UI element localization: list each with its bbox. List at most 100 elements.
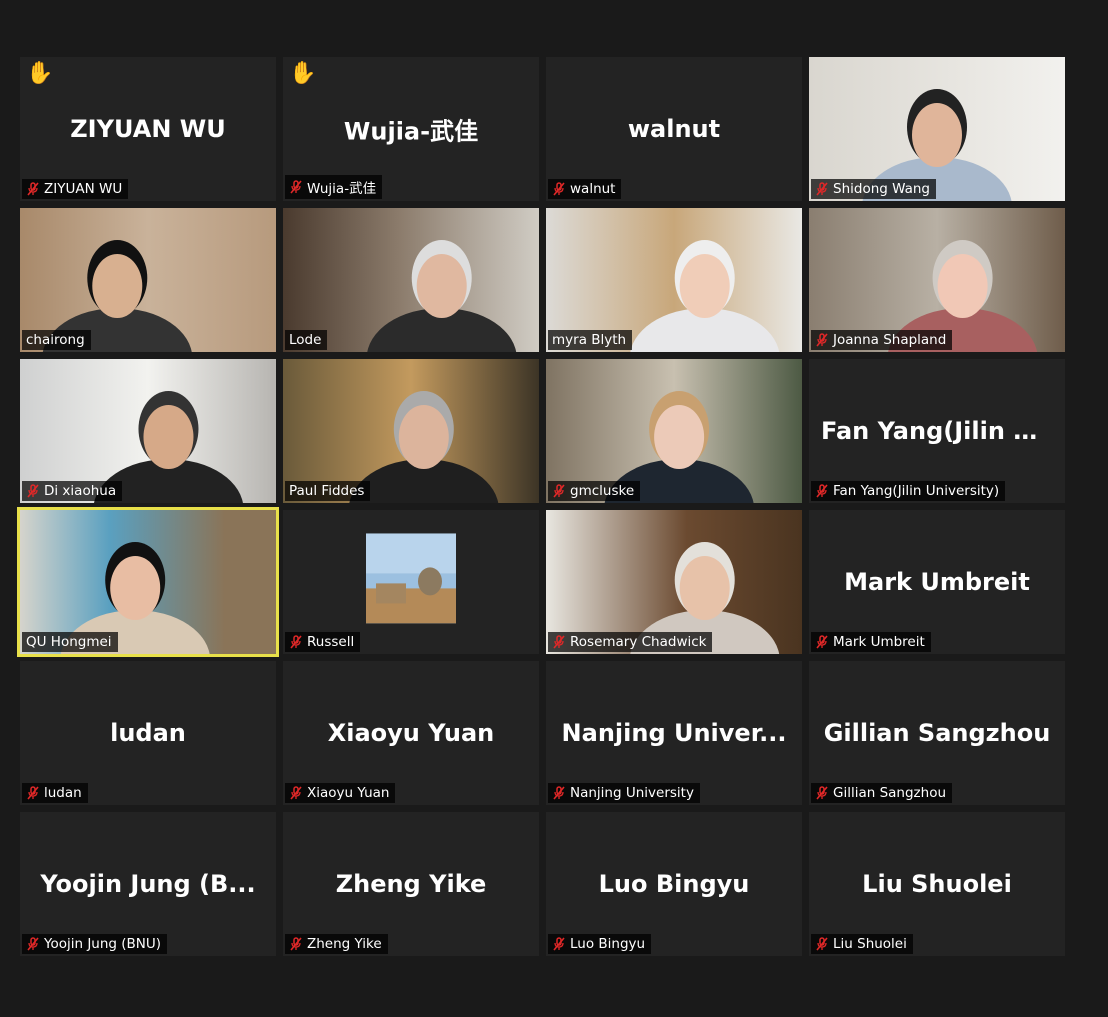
participant-name: Fan Yang(Jilin University) — [833, 483, 1000, 499]
mic-muted-icon — [816, 937, 828, 951]
participant-name: Nanjing University — [570, 785, 694, 801]
participant-tile[interactable]: Nanjing Univer... Nanjing University — [546, 661, 802, 805]
mic-muted-icon — [816, 484, 828, 498]
participant-name: Yoojin Jung (BNU) — [44, 936, 162, 952]
participant-name: Russell — [307, 634, 355, 650]
participant-tile[interactable]: walnut walnut — [546, 57, 802, 201]
participant-display-name: Mark Umbreit — [844, 568, 1030, 596]
participant-name-label: Xiaoyu Yuan — [285, 783, 396, 803]
mic-muted-icon — [553, 182, 565, 196]
participant-name-label: ludan — [22, 783, 88, 803]
participant-name: myra Blyth — [552, 332, 627, 348]
mic-muted-icon — [816, 333, 828, 347]
participant-name-label: Russell — [285, 632, 361, 652]
mic-muted-icon — [553, 484, 565, 498]
participant-name-label: Gillian Sangzhou — [811, 783, 953, 803]
mic-muted-icon — [27, 182, 39, 196]
mic-muted-icon — [553, 786, 565, 800]
participant-display-name: Wujia-武佳 — [343, 117, 479, 146]
participant-name-label: Wujia-武佳 — [285, 175, 383, 199]
participant-name: ludan — [44, 785, 82, 801]
participant-name: ZIYUAN WU — [44, 181, 123, 197]
participant-tile[interactable]: Wujia-武佳 ✋ Wujia-武佳 — [283, 57, 539, 201]
participant-tile[interactable]: gmcluske — [546, 359, 802, 503]
participant-name: Joanna Shapland — [833, 332, 947, 348]
participant-name: walnut — [570, 181, 616, 197]
participant-name: Di xiaohua — [44, 483, 117, 499]
participant-display-name: Xiaoyu Yuan — [327, 719, 495, 747]
participant-display-name: ludan — [110, 719, 186, 747]
participant-tile[interactable]: Shidong Wang — [809, 57, 1065, 201]
participant-display-name: Luo Bingyu — [598, 870, 750, 898]
participant-tile[interactable]: Paul Fiddes — [283, 359, 539, 503]
mic-muted-icon — [290, 937, 302, 951]
participant-tile[interactable]: Fan Yang(Jilin U... Fan Yang(Jilin Univer… — [809, 359, 1065, 503]
participant-name: gmcluske — [570, 483, 635, 499]
participant-display-name: ZIYUAN WU — [70, 115, 226, 143]
participant-tile[interactable]: ludan ludan — [20, 661, 276, 805]
participant-tile[interactable]: Xiaoyu Yuan Xiaoyu Yuan — [283, 661, 539, 805]
participant-name: Gillian Sangzhou — [833, 785, 947, 801]
participant-tile[interactable]: Liu Shuolei Liu Shuolei — [809, 812, 1065, 956]
participant-name-label: Paul Fiddes — [285, 481, 371, 501]
participant-name-label: myra Blyth — [548, 330, 633, 350]
participant-name-label: Luo Bingyu — [548, 934, 652, 954]
participant-display-name: Gillian Sangzhou — [823, 719, 1051, 747]
participant-name-label: chairong — [22, 330, 91, 350]
participant-name-label: gmcluske — [548, 481, 641, 501]
participant-display-name: Zheng Yike — [335, 870, 487, 898]
participant-tile[interactable]: Rosemary Chadwick — [546, 510, 802, 654]
participant-tile[interactable]: myra Blyth — [546, 208, 802, 352]
mic-muted-icon — [816, 786, 828, 800]
mic-muted-icon — [290, 786, 302, 800]
participant-name: Lode — [289, 332, 322, 348]
participant-tile[interactable]: Mark Umbreit Mark Umbreit — [809, 510, 1065, 654]
participant-tile[interactable]: chairong — [20, 208, 276, 352]
mic-muted-icon — [27, 937, 39, 951]
participant-tile[interactable]: Yoojin Jung (B... Yoojin Jung (BNU) — [20, 812, 276, 956]
participant-name-label: Nanjing University — [548, 783, 700, 803]
participant-grid: ZIYUAN WU ✋ ZIYUAN WU Wujia-武佳 ✋ Wujia-武佳 waln… — [17, 57, 1065, 956]
participant-tile[interactable]: Zheng Yike Zheng Yike — [283, 812, 539, 956]
participant-display-name: Nanjing Univer... — [561, 719, 787, 747]
participant-tile[interactable]: Joanna Shapland — [809, 208, 1065, 352]
participant-display-name: Liu Shuolei — [862, 870, 1012, 898]
raised-hand-icon: ✋ — [289, 61, 317, 86]
participant-name-label: Mark Umbreit — [811, 632, 931, 652]
participant-tile[interactable]: Lode — [283, 208, 539, 352]
mic-muted-icon — [553, 635, 565, 649]
participant-tile[interactable]: ZIYUAN WU ✋ ZIYUAN WU — [20, 57, 276, 201]
mic-muted-icon — [816, 182, 828, 196]
participant-name: Wujia-武佳 — [307, 181, 377, 197]
participant-display-name: Yoojin Jung (B... — [40, 870, 256, 898]
participant-name-label: Lode — [285, 330, 328, 350]
participant-name: Liu Shuolei — [833, 936, 907, 952]
participant-name: chairong — [26, 332, 85, 348]
participant-name-label: Rosemary Chadwick — [548, 632, 713, 652]
mic-muted-icon — [27, 484, 39, 498]
participant-name-label: Liu Shuolei — [811, 934, 913, 954]
participant-tile[interactable]: QU Hongmei — [17, 507, 279, 657]
participant-tile[interactable]: Gillian Sangzhou Gillian Sangzhou — [809, 661, 1065, 805]
mic-muted-icon — [27, 786, 39, 800]
raised-hand-icon: ✋ — [26, 61, 54, 86]
mic-muted-icon — [290, 635, 302, 649]
participant-name: Luo Bingyu — [570, 936, 646, 952]
mic-muted-icon — [290, 180, 302, 194]
participant-name-label: Joanna Shapland — [811, 330, 953, 350]
participant-display-name: walnut — [627, 115, 721, 143]
participant-name: Rosemary Chadwick — [570, 634, 707, 650]
participant-display-name: Fan Yang(Jilin U... — [821, 417, 1061, 445]
participant-name-label: Yoojin Jung (BNU) — [22, 934, 168, 954]
participant-name: QU Hongmei — [26, 634, 112, 650]
participant-name-label: Zheng Yike — [285, 934, 388, 954]
participant-tile[interactable]: Luo Bingyu Luo Bingyu — [546, 812, 802, 956]
participant-name-label: Di xiaohua — [22, 481, 123, 501]
participant-name-label: QU Hongmei — [22, 632, 118, 652]
mic-muted-icon — [816, 635, 828, 649]
participant-tile[interactable]: Di xiaohua — [20, 359, 276, 503]
participant-name-label: ZIYUAN WU — [22, 179, 129, 199]
participant-name: Paul Fiddes — [289, 483, 365, 499]
participant-tile[interactable]: Russell — [283, 510, 539, 654]
participant-name: Zheng Yike — [307, 936, 382, 952]
